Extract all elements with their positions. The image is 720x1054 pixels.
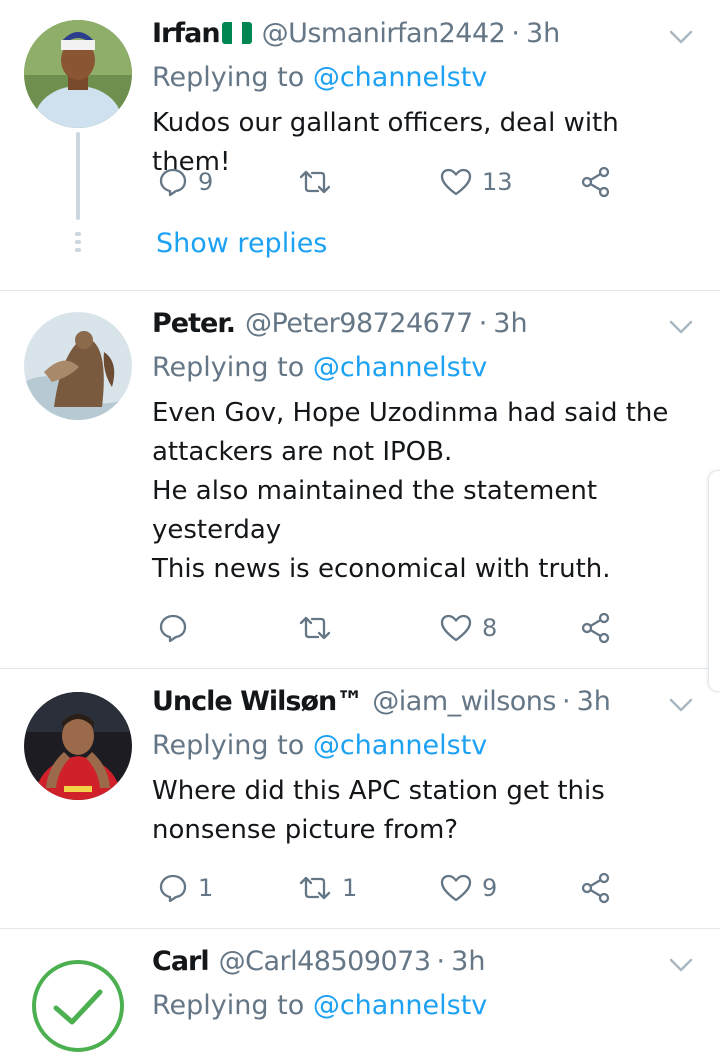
retweet-button[interactable] xyxy=(298,162,342,202)
avatar-irfan[interactable] xyxy=(24,20,132,128)
replying-to-label: Replying to xyxy=(152,352,305,383)
share-icon xyxy=(581,166,610,198)
timestamp[interactable]: 3h xyxy=(577,686,611,717)
share-button[interactable] xyxy=(580,162,612,202)
avatar-uncle-wilson[interactable] xyxy=(24,692,132,800)
timestamp[interactable]: 3h xyxy=(451,946,485,977)
user-handle[interactable]: @iam_wilsons xyxy=(372,686,556,717)
like-count: 13 xyxy=(482,168,513,196)
tweet-text: Even Gov, Hope Uzodinma had said the att… xyxy=(152,398,669,584)
replying-to: Replying to @channelstv xyxy=(152,730,487,761)
checkmark-icon xyxy=(32,960,124,1052)
reply-button[interactable] xyxy=(158,608,198,648)
tweet-header: Peter. @Peter98724677 · 3h xyxy=(152,308,528,348)
retweet-icon xyxy=(299,170,331,194)
user-handle[interactable]: @Peter98724677 xyxy=(245,308,473,339)
reply-count: 1 xyxy=(198,874,214,902)
tweet-uncle-wilson[interactable]: Uncle Wilsøn™ @iam_wilsons · 3h Replying… xyxy=(0,668,720,929)
share-button[interactable] xyxy=(580,608,612,648)
replying-to: Replying to @channelstv xyxy=(152,352,487,383)
thread-dot xyxy=(75,232,81,236)
separator-dot: · xyxy=(511,18,520,49)
separator-dot: · xyxy=(561,686,571,717)
replying-to-label: Replying to xyxy=(152,730,305,761)
chevron-down-icon[interactable] xyxy=(668,314,694,340)
like-count: 8 xyxy=(482,614,498,642)
like-icon xyxy=(440,168,472,196)
share-icon xyxy=(581,612,610,644)
thread-dot xyxy=(75,240,81,244)
avatar-peter[interactable] xyxy=(24,312,132,420)
share-icon xyxy=(581,872,610,904)
reply-icon xyxy=(159,168,187,197)
retweet-button[interactable]: 1 xyxy=(298,868,357,908)
like-icon xyxy=(440,874,472,902)
replying-to-mention[interactable]: @channelstv xyxy=(313,990,487,1021)
separator-dot: · xyxy=(436,946,446,977)
tweet-header: Carl @Carl48509073 · 3h xyxy=(152,946,485,986)
like-button[interactable]: 8 xyxy=(440,608,497,648)
reply-icon xyxy=(159,874,187,903)
replying-to: Replying to @channelstv xyxy=(152,990,487,1021)
display-name[interactable]: Irfan xyxy=(152,18,221,49)
tweet-carl[interactable]: Carl @Carl48509073 · 3h Replying to @cha… xyxy=(0,928,720,1052)
thread-line xyxy=(76,132,80,220)
retweet-icon xyxy=(299,876,331,900)
nigeria-flag-icon xyxy=(221,22,252,44)
like-icon xyxy=(440,614,472,642)
replying-to-mention[interactable]: @channelstv xyxy=(313,352,487,383)
reply-button[interactable]: 1 xyxy=(158,868,213,908)
share-button[interactable] xyxy=(580,868,612,908)
avatar-uncle-wilson-image xyxy=(24,692,132,800)
display-name[interactable]: Uncle Wilsøn™ xyxy=(152,686,363,717)
tweet-text: Where did this APC station get this nons… xyxy=(152,776,605,845)
reply-button[interactable]: 9 xyxy=(158,162,213,202)
avatar-carl[interactable] xyxy=(30,958,126,1054)
replying-to-mention[interactable]: @channelstv xyxy=(313,62,487,93)
separator-dot: · xyxy=(478,308,488,339)
avatar-peter-image xyxy=(24,312,132,420)
timestamp[interactable]: 3h xyxy=(526,18,560,49)
tweet-actions: 8 xyxy=(152,608,632,648)
tweet-peter[interactable]: Peter. @Peter98724677 · 3h Replying to @… xyxy=(0,290,720,669)
tweet-actions: 9 13 xyxy=(152,162,632,202)
like-button[interactable]: 9 xyxy=(440,868,497,908)
replying-to: Replying to @channelstv xyxy=(152,62,487,93)
scrollbar-thumb[interactable] xyxy=(708,470,720,692)
user-handle[interactable]: @Carl48509073 xyxy=(219,946,431,977)
like-count: 9 xyxy=(482,874,498,902)
timestamp[interactable]: 3h xyxy=(493,308,527,339)
display-name[interactable]: Carl xyxy=(152,946,210,977)
user-handle[interactable]: @Usmanirfan2442 xyxy=(262,18,506,49)
chevron-down-icon[interactable] xyxy=(668,952,694,978)
tweet-header: Irfan @Usmanirfan2442 · 3h xyxy=(152,18,560,58)
show-replies-link[interactable]: Show replies xyxy=(156,228,327,259)
tweet-irfan[interactable]: Irfan @Usmanirfan2442 · 3h Replying to @… xyxy=(0,0,720,291)
replying-to-label: Replying to xyxy=(152,62,305,93)
retweet-button[interactable] xyxy=(298,608,342,648)
display-name[interactable]: Peter. xyxy=(152,308,236,339)
thread-dot xyxy=(75,248,81,252)
chevron-down-icon[interactable] xyxy=(668,24,694,50)
replying-to-mention[interactable]: @channelstv xyxy=(313,730,487,761)
tweet-actions: 1 1 9 xyxy=(152,868,632,908)
retweet-count: 1 xyxy=(342,874,358,902)
avatar-irfan-image xyxy=(24,20,132,128)
chevron-down-icon[interactable] xyxy=(668,692,694,718)
like-button[interactable]: 13 xyxy=(440,162,513,202)
reply-icon xyxy=(159,614,187,643)
replying-to-label: Replying to xyxy=(152,990,305,1021)
tweet-header: Uncle Wilsøn™ @iam_wilsons · 3h xyxy=(152,686,611,726)
reply-count: 9 xyxy=(198,168,214,196)
retweet-icon xyxy=(299,616,331,640)
